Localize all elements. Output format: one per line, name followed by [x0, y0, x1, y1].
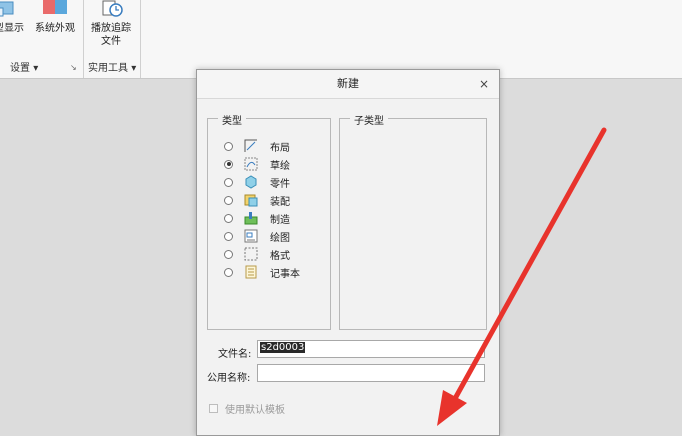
new-file-dialog: 新建 × 类型 布局 草绘 零件 装配 制造 绘图 格式 记事本 子类型 文件名…	[196, 69, 500, 436]
type-option-drawing[interactable]: 绘图	[224, 227, 290, 245]
type-option-manufacturing[interactable]: 制造	[224, 209, 290, 227]
settings-group[interactable]: 设置 ▾	[10, 61, 38, 76]
dialog-title: 新建	[197, 70, 499, 99]
radio-button[interactable]	[224, 267, 233, 277]
settings-group-label: 设置	[10, 63, 30, 74]
use-default-template-row[interactable]: 使用默认模板	[209, 401, 285, 416]
playback-trail-label-2: 文件	[101, 36, 121, 47]
model-display-label: 型显示	[0, 23, 24, 34]
type-label: 装配	[270, 196, 290, 208]
playback-trail-icon	[102, 0, 123, 17]
filename-value: s2d0003	[260, 342, 306, 353]
type-label: 制造	[270, 214, 290, 226]
playback-trail-label-1: 播放追踪	[91, 23, 131, 34]
type-option-assembly[interactable]: 装配	[224, 191, 290, 209]
type-label: 记事本	[270, 268, 300, 280]
radio-button[interactable]	[224, 195, 233, 205]
radio-button[interactable]	[224, 213, 233, 223]
type-label: 布局	[270, 142, 290, 154]
type-option-part[interactable]: 零件	[224, 173, 290, 191]
layout-icon	[244, 139, 257, 152]
dialog-title-text: 新建	[337, 77, 359, 90]
filename-label: 文件名:	[218, 349, 252, 360]
manufacturing-icon	[244, 212, 258, 225]
filename-input[interactable]: s2d0003	[257, 340, 485, 358]
type-option-sketch[interactable]: 草绘	[224, 155, 290, 173]
part-icon	[245, 175, 257, 189]
type-label: 零件	[270, 178, 290, 190]
type-label: 草绘	[270, 160, 290, 172]
use-default-template-label: 使用默认模板	[225, 405, 285, 416]
radio-button[interactable]	[224, 141, 233, 151]
type-option-notebook[interactable]: 记事本	[224, 263, 300, 281]
tools-group-label: 实用工具	[88, 63, 128, 74]
notebook-icon	[245, 265, 257, 279]
chevron-down-icon: ▾	[131, 63, 137, 74]
sketch-icon	[244, 157, 258, 171]
model-display-button[interactable]: 型显示	[0, 0, 24, 35]
system-appearance-icon	[43, 0, 67, 14]
type-group-label: 类型	[218, 112, 246, 127]
radio-button[interactable]	[224, 231, 233, 241]
type-groupbox: 类型 布局 草绘 零件 装配 制造 绘图 格式 记事本	[207, 112, 331, 330]
type-label: 格式	[270, 250, 290, 262]
radio-button[interactable]	[224, 249, 233, 259]
drawing-icon	[244, 229, 258, 243]
close-icon[interactable]: ×	[479, 77, 489, 91]
system-appearance-label: 系统外观	[35, 23, 75, 34]
common-name-input[interactable]	[257, 364, 485, 382]
subtype-group-label: 子类型	[350, 112, 388, 127]
subtype-groupbox: 子类型	[339, 112, 487, 330]
type-option-layout[interactable]: 布局	[224, 137, 290, 155]
common-name-label: 公用名称:	[207, 373, 251, 384]
radio-button[interactable]	[224, 159, 233, 169]
type-option-format[interactable]: 格式	[224, 245, 290, 263]
type-label: 绘图	[270, 232, 290, 244]
dialog-launcher-icon[interactable]: ↘	[70, 63, 77, 72]
assembly-icon	[244, 194, 258, 207]
format-icon	[244, 247, 258, 261]
ribbon-separator	[83, 0, 84, 78]
radio-button[interactable]	[224, 177, 233, 187]
ribbon-separator	[140, 0, 141, 78]
use-default-template-checkbox[interactable]	[209, 404, 218, 413]
ribbon: 型显示 系统外观 播放追踪 文件 设置 ▾ ↘ 实用工具 ▾	[0, 0, 682, 79]
model-display-icon	[0, 1, 14, 17]
playback-trail-button[interactable]: 播放追踪 文件	[91, 0, 131, 48]
system-appearance-button[interactable]: 系统外观	[35, 0, 75, 35]
tools-group[interactable]: 实用工具 ▾	[88, 61, 136, 76]
chevron-down-icon: ▾	[33, 63, 39, 74]
